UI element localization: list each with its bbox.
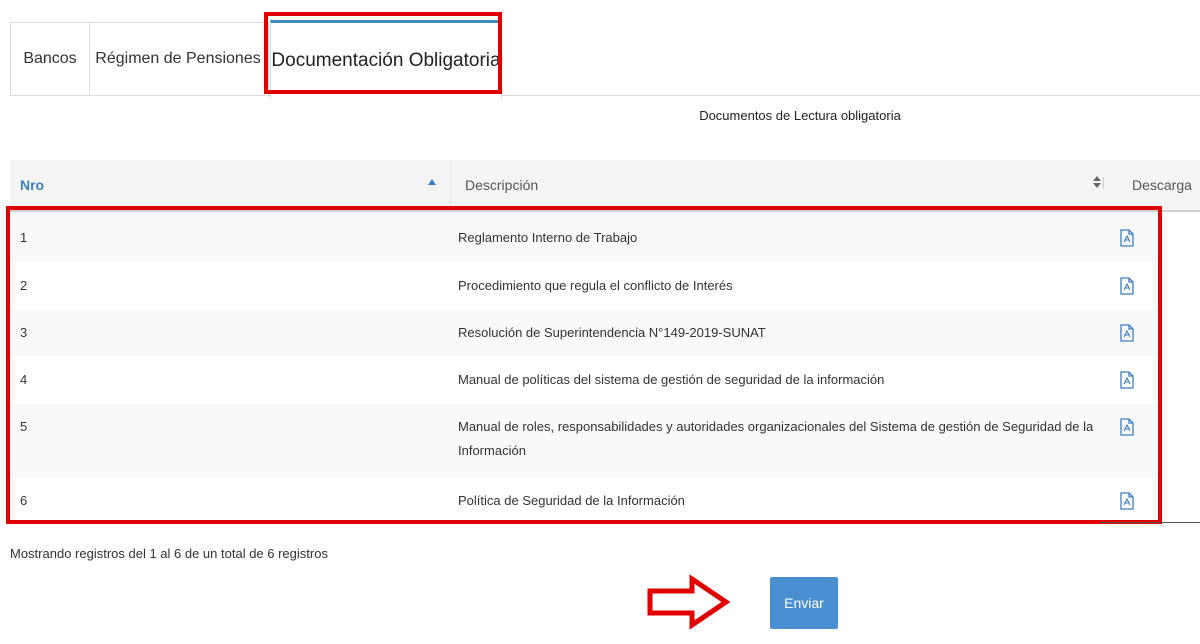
cell-descripcion: Procedimiento que regula el conflicto de…: [458, 278, 733, 293]
cell-descripcion: Resolución de Superintendencia N°149-201…: [458, 325, 766, 340]
right-arrow-icon: [647, 574, 731, 630]
table-header: Nro Descripción Descarga: [10, 160, 1200, 212]
table-row: 2 Procedimiento que regula el conflicto …: [10, 262, 1162, 310]
column-header-nro[interactable]: Nro: [20, 160, 44, 210]
table-row: 3 Resolución de Superintendencia N°149-2…: [10, 309, 1162, 357]
pdf-file-icon[interactable]: [1120, 324, 1138, 342]
cell-descripcion: Política de Seguridad de la Información: [458, 493, 685, 508]
column-header-descripcion[interactable]: Descripción: [465, 160, 538, 210]
table-row: 1 Reglamento Interno de Trabajo: [10, 214, 1162, 263]
tab-bancos[interactable]: Bancos: [10, 22, 90, 95]
section-title: Documentos de Lectura obligatoria: [699, 108, 901, 123]
cell-nro: 3: [20, 325, 28, 340]
tab-documentacion-obligatoria[interactable]: Documentación Obligatoria: [270, 20, 502, 99]
table-bottom-border: [1100, 522, 1200, 523]
pdf-file-icon[interactable]: [1120, 371, 1138, 389]
pdf-file-icon[interactable]: [1120, 229, 1138, 247]
cell-descripcion: Reglamento Interno de Trabajo: [458, 230, 638, 245]
cell-nro: 6: [20, 493, 28, 508]
cell-nro: 5: [20, 419, 28, 434]
tab-regimen-pensiones[interactable]: Régimen de Pensiones: [88, 22, 269, 95]
cell-nro: 4: [20, 372, 28, 387]
pdf-file-icon[interactable]: [1120, 277, 1138, 295]
tab-bar: Bancos Régimen de Pensiones Documentació…: [10, 16, 1200, 99]
cell-descripcion: Manual de políticas del sistema de gesti…: [458, 372, 885, 387]
table-row: 4 Manual de políticas del sistema de ges…: [10, 356, 1162, 405]
cell-descripcion: Manual de roles, responsabilidades y aut…: [458, 419, 1094, 458]
pdf-file-icon[interactable]: [1120, 418, 1138, 436]
column-divider: [450, 160, 451, 210]
table-row: 5 Manual de roles, responsabilidades y a…: [10, 404, 1162, 478]
cell-nro: 1: [20, 230, 28, 245]
column-header-descarga: Descarga: [1132, 177, 1192, 193]
pdf-file-icon[interactable]: [1120, 492, 1138, 510]
table-row: 6 Política de Seguridad de la Informació…: [10, 477, 1162, 524]
cell-nro: 2: [20, 278, 28, 293]
sort-ascending-icon[interactable]: [428, 179, 436, 185]
records-info: Mostrando registros del 1 al 6 de un tot…: [10, 546, 328, 561]
submit-button[interactable]: Enviar: [770, 577, 838, 629]
sort-both-icon[interactable]: [1093, 174, 1105, 194]
